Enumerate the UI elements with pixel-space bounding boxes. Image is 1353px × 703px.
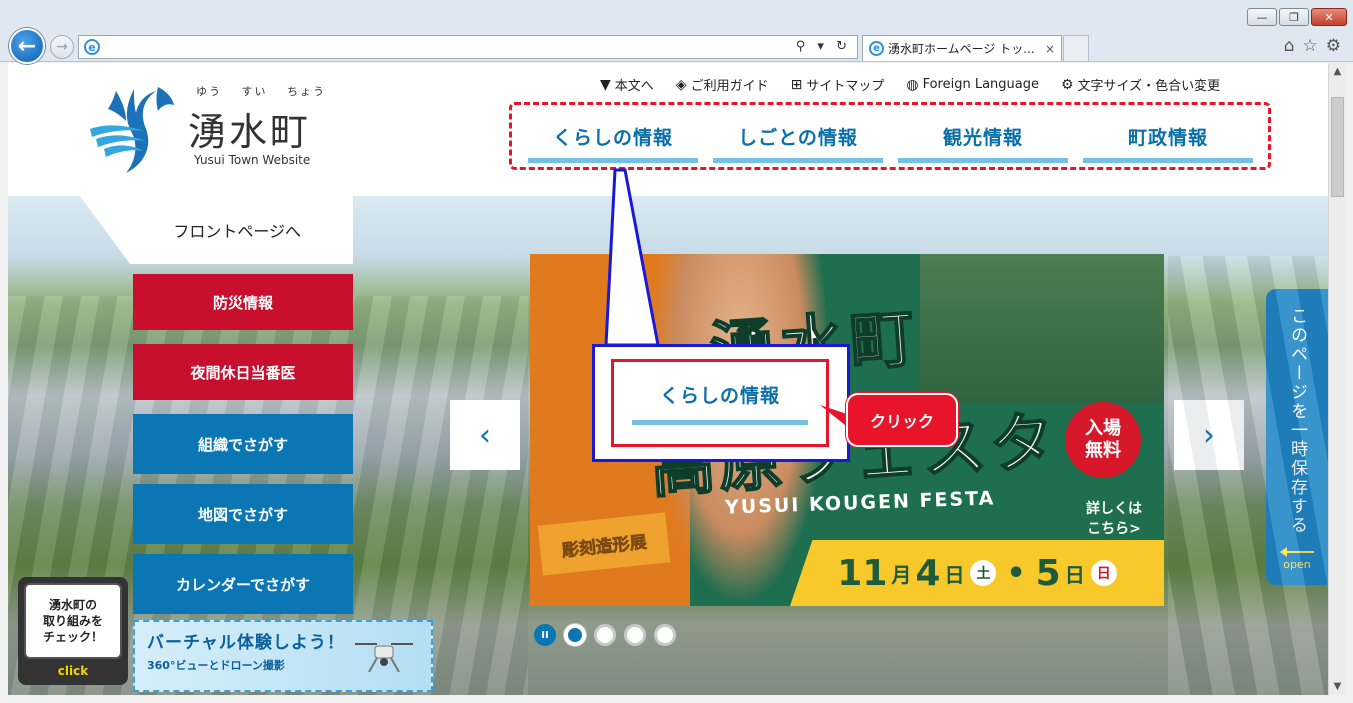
highlight-dashed-box [509,102,1271,170]
text-size-color-link[interactable]: ⚙ 文字サイズ・色合い変更 [1060,75,1221,95]
chevron-left-icon: ‹ [479,417,491,453]
logo-subtitle: Yusui Town Website [194,153,311,167]
carousel-pause-button[interactable]: II [534,624,556,646]
check-initiatives-box[interactable]: 湧水町の 取り組みを チェック！ click [18,577,128,685]
util-label: サイトマップ [806,79,885,94]
scroll-thumb[interactable] [1331,97,1344,197]
calendar-search-button[interactable]: カレンダーでさがす [133,554,353,614]
carousel-dot[interactable] [624,624,646,646]
window-controls: — ❐ ✕ [1247,8,1347,26]
util-label: Foreign Language [922,77,1039,92]
disaster-info-button[interactable]: 防災情報 [133,274,353,330]
sitemap-link[interactable]: ⊞ サイトマップ [790,75,885,95]
check-initiatives-text: 湧水町の 取り組みを チェック！ [24,583,122,659]
front-page-tab[interactable]: フロントページへ [80,196,353,264]
vertical-scrollbar[interactable]: ▲ ▼ [1328,63,1345,695]
browser-chrome: — ❐ ✕ ← → e ⚲ ▾ ↻ e 湧水町ホームページ トッ... × ⌂ … [0,0,1353,64]
back-arrow-icon: ← [17,33,37,59]
click-instruction-bubble: クリック [846,393,958,447]
util-label: 本文へ [614,79,654,94]
date-day-unit: 日 [944,562,965,587]
browser-toolbar-icons: ⌂ ☆ ⚙ [1284,36,1341,56]
browser-tab-active[interactable]: e 湧水町ホームページ トッ... × [862,35,1062,61]
save-page-text: このページを一時保存する [1287,307,1307,535]
page-viewport: ゆう すい ちょう 湧水町 Yusui Town Website ▼ 本文へ ◈… [8,63,1328,695]
side-menu: 防災情報 夜間休日当番医 組織でさがす 地図でさがす カレンダーでさがす [133,274,353,624]
org-search-button[interactable]: 組織でさがす [133,414,353,474]
free-admission-badge: 入場 無料 [1065,402,1141,478]
forward-arrow-icon: → [56,39,68,55]
date-day-unit: 日 [1064,562,1085,587]
star-icon[interactable]: ☆ [1303,36,1318,56]
date-month-unit: 月 [891,562,912,587]
callout-underline [632,420,808,425]
util-label: ご利用ガイド [690,79,769,94]
left-arrow-icon [1280,547,1314,557]
new-tab-button[interactable] [1063,35,1089,61]
close-window-button[interactable]: ✕ [1311,8,1347,26]
scroll-down-icon[interactable]: ▼ [1329,678,1346,695]
logo-title: 湧水町 [188,110,312,154]
scroll-up-icon[interactable]: ▲ [1329,63,1346,80]
callout-highlight: くらしの情報 [611,359,829,447]
carousel-prev-button[interactable]: ‹ [450,400,520,470]
site-logo[interactable]: ゆう すい ちょう 湧水町 Yusui Town Website [86,83,346,178]
carousel-next-button[interactable]: › [1174,400,1244,470]
check-click-label: click [57,664,89,678]
minimize-button[interactable]: — [1247,8,1277,26]
carousel-dots: II [534,624,676,646]
slide-bg-forest [920,254,1164,404]
tab-title: 湧水町ホームページ トッ... [888,42,1035,56]
callout-box: くらしの情報 [592,344,850,462]
skip-to-content-link[interactable]: ▼ 本文へ [600,75,654,95]
map-search-button[interactable]: 地図でさがす [133,484,353,544]
date-month-num: 11 [837,552,888,594]
maximize-button[interactable]: ❐ [1279,8,1309,26]
home-icon[interactable]: ⌂ [1284,36,1295,56]
usage-guide-link[interactable]: ◈ ご利用ガイド [675,75,769,95]
ie-icon: e [84,39,100,55]
tab-favicon-icon: e [869,41,884,56]
forward-button[interactable]: → [50,35,74,59]
back-button[interactable]: ← [9,28,45,64]
night-doctor-button[interactable]: 夜間休日当番医 [133,344,353,400]
weekday-sat: 土 [970,560,997,586]
save-open-label: open [1283,558,1311,571]
vr-banner[interactable]: バーチャル体験しよう！ 360°ビューとドローン撮影 [133,620,433,692]
date-day2: 5 [1035,552,1061,594]
callout-label: くらしの情報 [659,385,780,407]
guide-icon: ◈ [675,76,687,93]
globe-icon: ◍ [906,76,919,93]
logo-ruby: ゆう すい ちょう [196,85,326,98]
chevron-right-icon: › [1203,417,1215,453]
slide-detail-link[interactable]: 詳しくは こちら> [1068,492,1160,548]
address-bar[interactable]: e ⚲ ▾ ↻ [78,35,858,59]
sitemap-icon: ⊞ [790,76,803,93]
settings-icon: ⚙ [1060,76,1074,93]
date-day1: 4 [915,552,941,594]
carousel-dot[interactable] [654,624,676,646]
save-page-tab[interactable]: このページを一時保存する open [1266,289,1328,585]
utility-nav: ▼ 本文へ ◈ ご利用ガイド ⊞ サイトマップ ◍ Foreign Langua… [600,75,1221,95]
drone-icon [355,643,413,673]
foreign-language-link[interactable]: ◍ Foreign Language [906,75,1039,94]
gear-icon[interactable]: ⚙ [1326,36,1341,56]
tab-close-icon[interactable]: × [1045,42,1055,56]
weekday-sun: 日 [1090,560,1117,586]
carousel-dot[interactable] [564,624,586,646]
logo-mark-icon [90,87,174,173]
util-label: 文字サイズ・色合い変更 [1077,79,1221,94]
carousel-dot[interactable] [594,624,616,646]
site-header: ゆう すい ちょう 湧水町 Yusui Town Website ▼ 本文へ ◈… [8,63,1328,196]
date-separator: • [1006,555,1026,591]
down-arrow-icon: ▼ [600,76,611,93]
address-tools[interactable]: ⚲ ▾ ↻ [796,39,851,54]
event-date-banner: 11 月 4 日 土 • 5 日 日 [790,540,1164,606]
